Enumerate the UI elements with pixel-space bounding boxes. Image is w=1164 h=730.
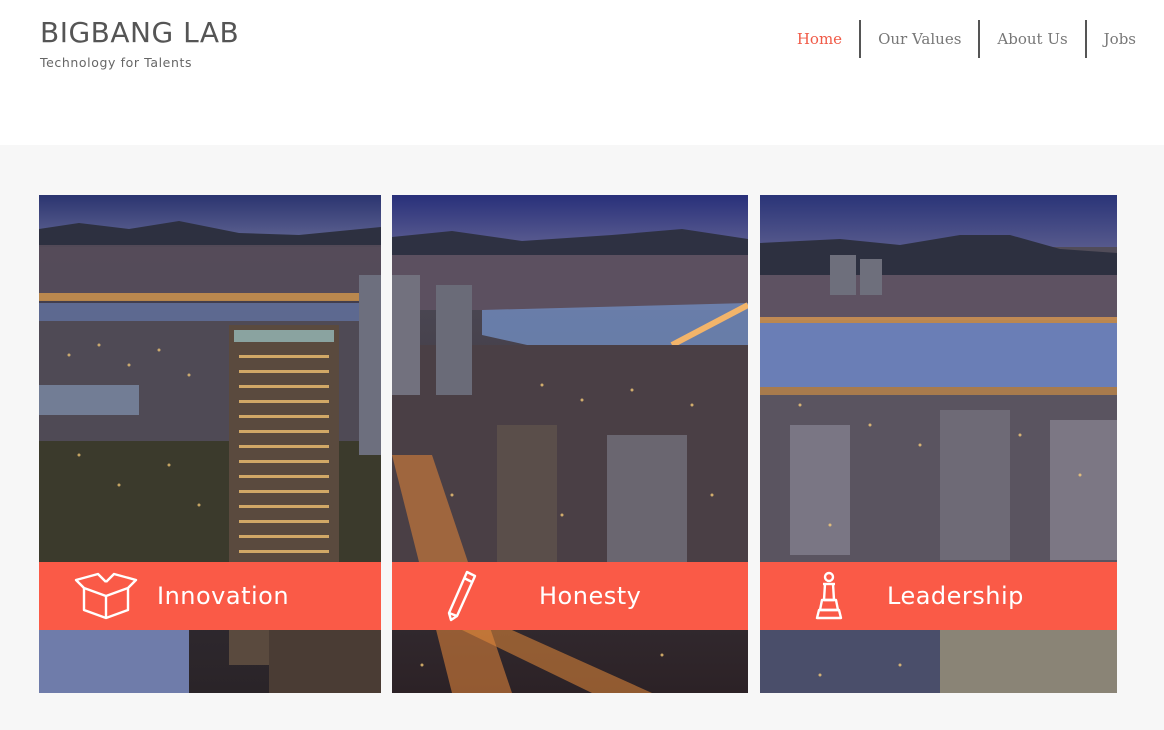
value-banner-honesty: Honesty: [392, 562, 748, 630]
value-card-leadership[interactable]: Leadership: [760, 195, 1117, 693]
nav-item-jobs[interactable]: Jobs: [1084, 20, 1136, 58]
brand[interactable]: BIGBANG LAB Technology for Talents: [40, 16, 239, 70]
open-box-icon: [71, 570, 141, 622]
value-label-leadership: Leadership: [887, 582, 1024, 610]
site-header: BIGBANG LAB Technology for Talents Home …: [0, 0, 1164, 145]
value-card-honesty[interactable]: Honesty: [392, 195, 748, 693]
nav-item-our-values[interactable]: Our Values: [859, 20, 978, 58]
nav-item-about-us[interactable]: About Us: [978, 20, 1084, 58]
chess-king-icon: [794, 570, 864, 622]
value-banner-innovation: Innovation: [39, 562, 381, 630]
brand-tagline: Technology for Talents: [40, 55, 193, 70]
value-card-innovation[interactable]: Innovation: [39, 195, 381, 693]
value-banner-leadership: Leadership: [760, 562, 1117, 630]
main-nav: Home Our Values About Us Jobs: [780, 20, 1136, 58]
brand-title[interactable]: BIGBANG LAB: [40, 16, 239, 49]
values-section: Innovation Honesty Leadership: [0, 145, 1164, 730]
value-label-innovation: Innovation: [157, 582, 290, 610]
nav-item-home[interactable]: Home: [780, 20, 859, 58]
pencil-icon: [426, 570, 496, 622]
value-label-honesty: Honesty: [539, 582, 642, 610]
